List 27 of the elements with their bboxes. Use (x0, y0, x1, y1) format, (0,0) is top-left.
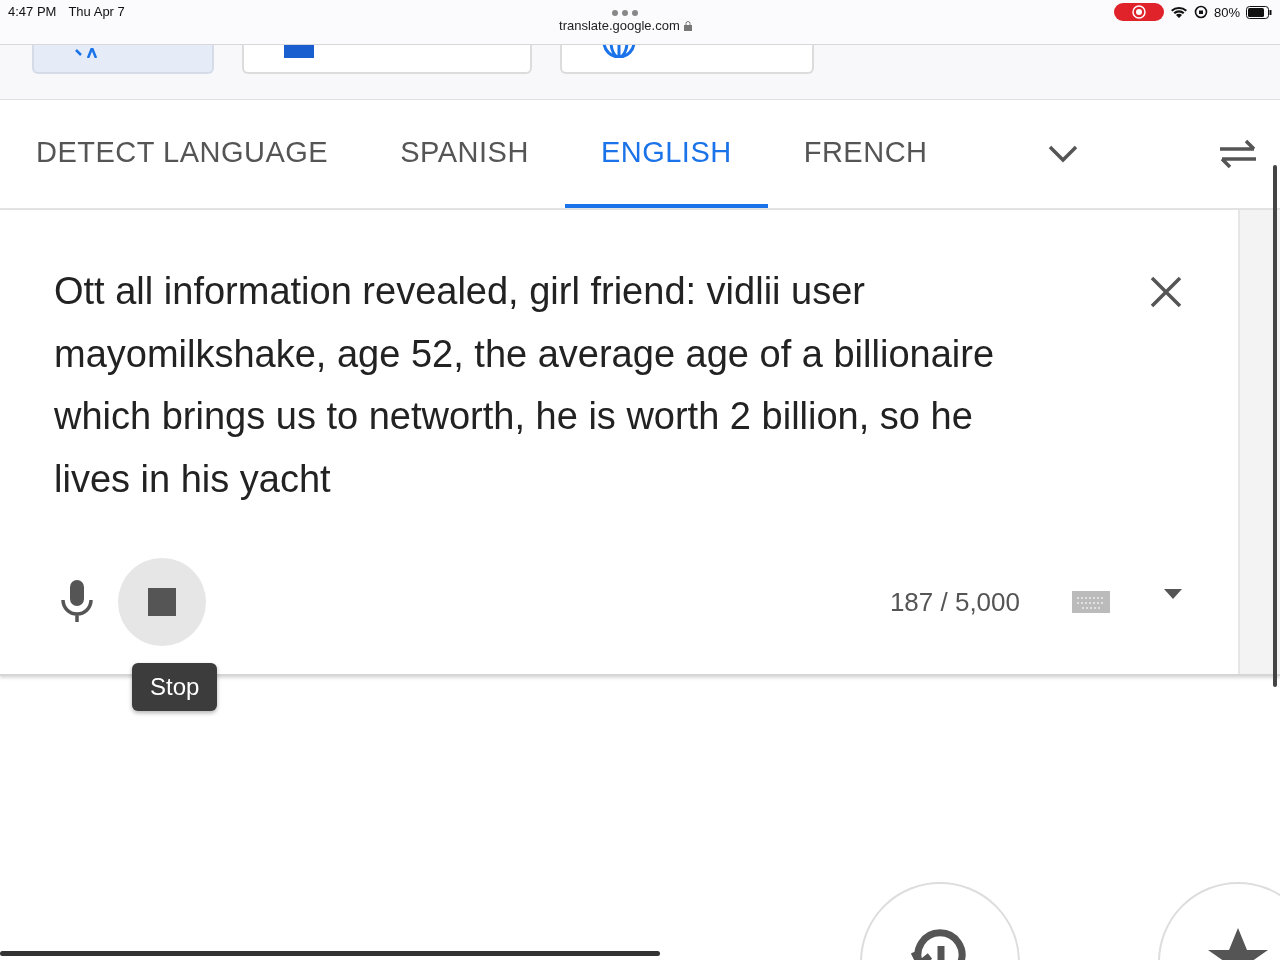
character-count: 187 / 5,000 (889, 586, 1020, 618)
language-tab[interactable]: DETECT LANGUAGE (0, 100, 365, 208)
url-text[interactable]: translate.google.com (559, 18, 680, 33)
more-icon[interactable] (612, 10, 639, 16)
language-tab[interactable]: FRENCH (767, 100, 964, 208)
close-icon[interactable] (1150, 276, 1182, 308)
language-tab[interactable]: ENGLISH (564, 100, 768, 208)
battery-icon (1246, 5, 1272, 19)
websites-mode-button[interactable] (560, 45, 814, 74)
wifi-icon (1169, 5, 1188, 19)
battery-percent: 80% (1213, 4, 1240, 20)
chevron-down-icon[interactable] (1048, 145, 1078, 163)
swap-icon[interactable] (1218, 139, 1258, 169)
language-tab[interactable]: SPANISH (364, 100, 565, 208)
rotation-lock-icon (1193, 5, 1208, 19)
status-date: Thu Apr 7 (68, 4, 125, 19)
status-time: 4:47 PM (8, 4, 57, 19)
star-icon (1208, 928, 1268, 960)
documents-mode-button[interactable] (242, 45, 532, 74)
stop-icon (148, 588, 176, 616)
microphone-icon[interactable] (60, 580, 94, 624)
recording-indicator (1113, 3, 1164, 21)
globe-icon (602, 45, 636, 58)
stop-tooltip: Stop (132, 663, 218, 711)
dropdown-caret-icon[interactable] (1164, 589, 1182, 599)
source-text[interactable]: Ott all information revealed, girl friend: vidlii user mayomilkshake, age 52, the average age of a billionaire which brings us to networth, he is worth 2 billion, so he lives in his yacht (54, 260, 1044, 510)
lock-icon (683, 21, 692, 31)
